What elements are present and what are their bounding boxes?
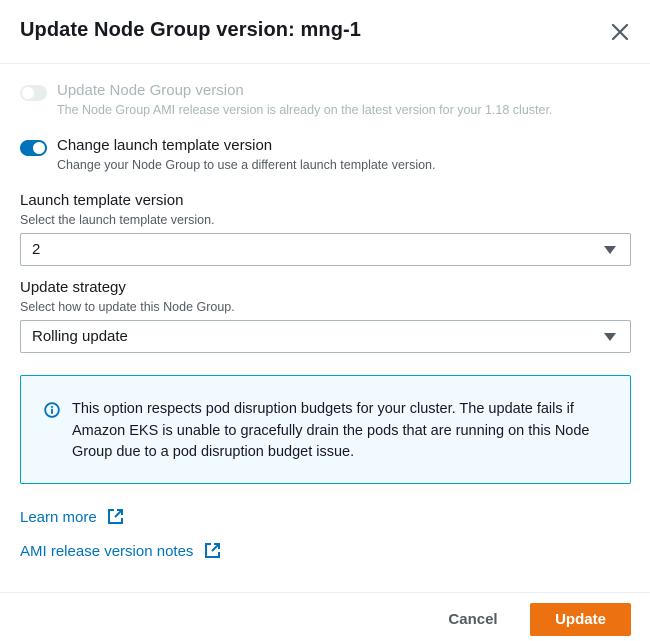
launch-template-value: 2 xyxy=(32,241,41,258)
toggle-label: Change launch template version xyxy=(57,137,273,154)
external-link-icon xyxy=(204,543,220,558)
info-alert-text: This option respects pod disruption budg… xyxy=(72,401,590,460)
launch-template-description: Select the launch template version. xyxy=(20,213,215,227)
ami-release-notes-link[interactable]: AMI release version notes xyxy=(20,542,221,560)
launch-template-label: Launch template version xyxy=(20,192,184,209)
external-link-icon xyxy=(107,509,123,524)
update-strategy-label: Update strategy xyxy=(20,279,126,296)
caret-down-icon xyxy=(604,333,616,341)
learn-more-link[interactable]: Learn more xyxy=(20,508,124,526)
close-icon xyxy=(611,23,629,41)
update-strategy-description: Select how to update this Node Group. xyxy=(20,300,235,314)
caret-down-icon xyxy=(604,246,616,254)
toggle-description: The Node Group AMI release version is al… xyxy=(57,103,553,117)
modal-footer: Cancel Update xyxy=(0,592,650,641)
update-node-group-version-toggle[interactable] xyxy=(20,85,47,101)
toggle-description: Change your Node Group to use a differen… xyxy=(57,158,436,172)
modal-title: Update Node Group version: mng-1 xyxy=(20,19,362,41)
update-strategy-value: Rolling update xyxy=(32,328,128,345)
toggle-label: Update Node Group version xyxy=(57,82,244,99)
launch-template-select[interactable]: 2 xyxy=(20,233,631,266)
learn-more-label: Learn more xyxy=(20,509,97,526)
modal-header: Update Node Group version: mng-1 xyxy=(0,0,650,64)
change-launch-template-toggle[interactable] xyxy=(20,140,47,156)
ami-release-notes-label: AMI release version notes xyxy=(20,543,194,560)
info-icon xyxy=(44,402,60,418)
cancel-button[interactable]: Cancel xyxy=(436,603,510,636)
close-button[interactable] xyxy=(608,20,632,44)
update-strategy-select[interactable]: Rolling update xyxy=(20,320,631,353)
update-button[interactable]: Update xyxy=(530,603,631,636)
update-node-group-modal: Update Node Group version: mng-1 Update … xyxy=(0,0,650,641)
info-alert: This option respects pod disruption budg… xyxy=(20,375,631,484)
